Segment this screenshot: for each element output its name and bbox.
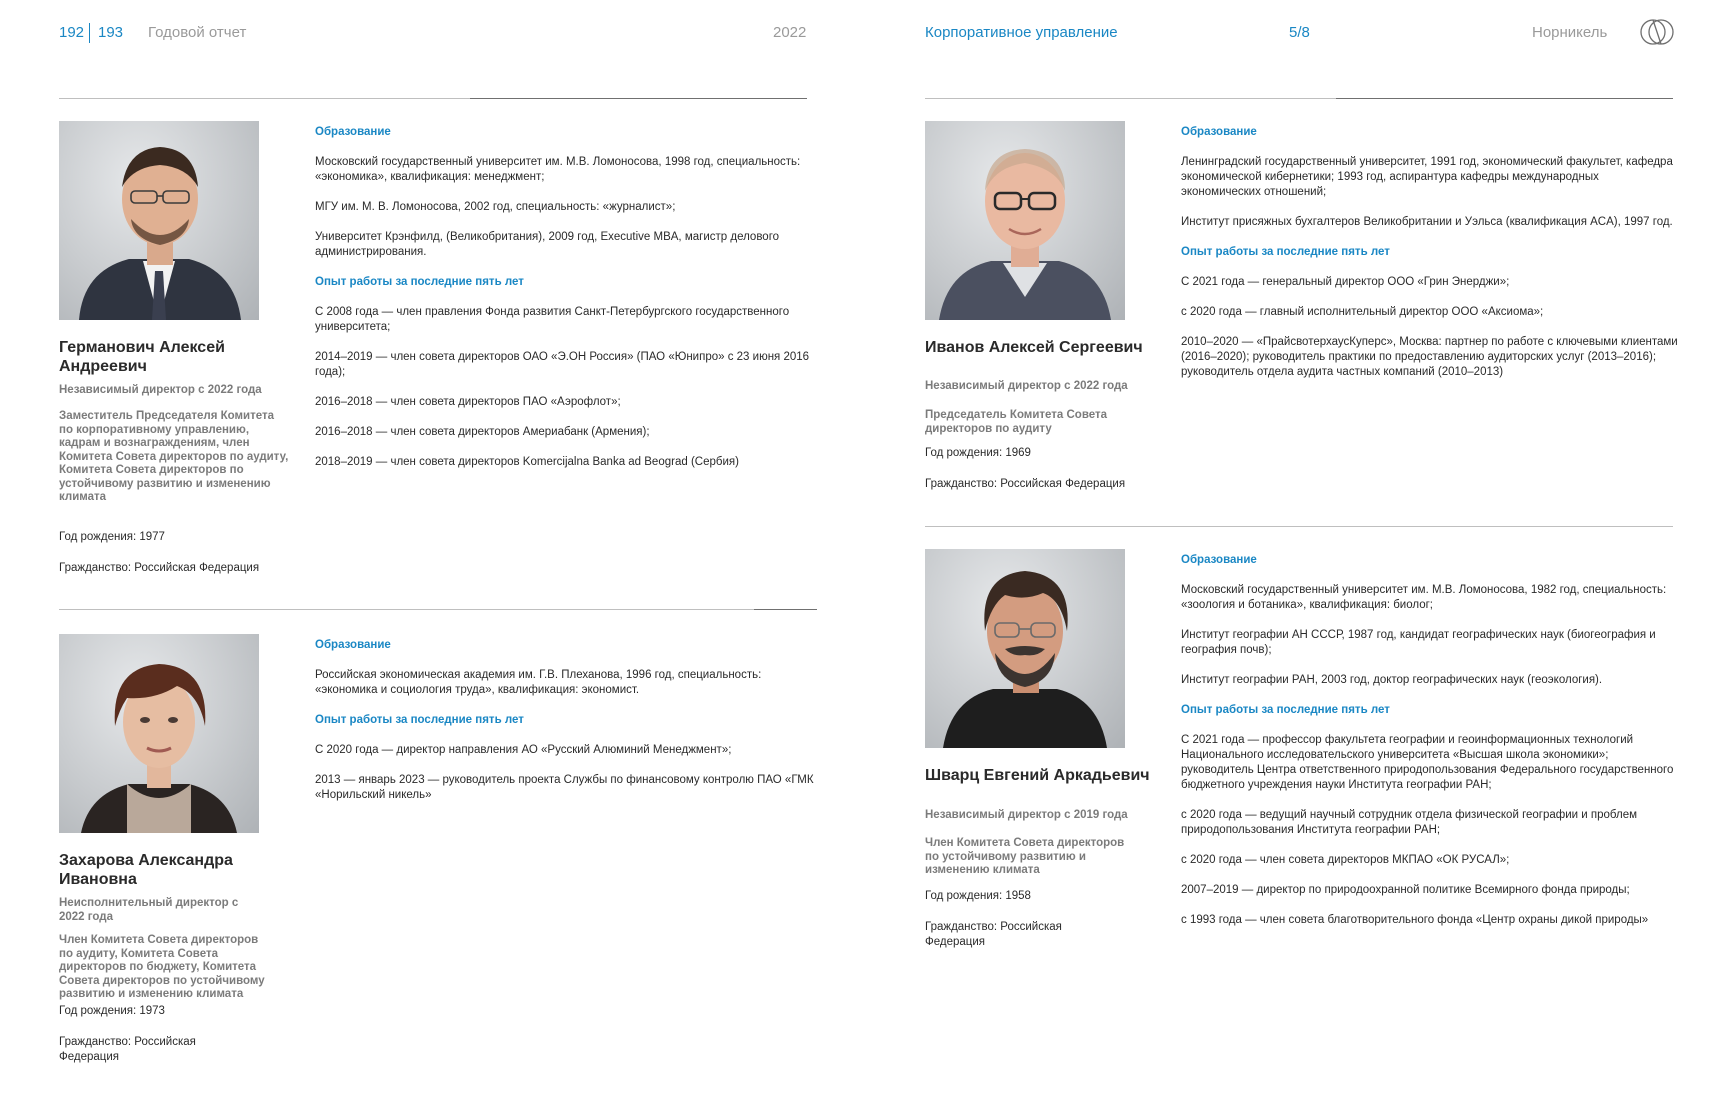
director-name: Захарова Александра Ивановна xyxy=(59,852,233,888)
director-committees: Заместитель Председателя Комитета по кор… xyxy=(59,410,289,503)
section-progress: 5/8 xyxy=(1289,24,1310,41)
experience-entry: 2013 — январь 2023 — руководитель проект… xyxy=(315,774,814,801)
nornickel-logo-icon[interactable] xyxy=(1640,19,1674,45)
director-role: Независимый директор с 2022 года xyxy=(925,380,1128,392)
experience-entry: С 2021 года — профессор факультета геогр… xyxy=(1181,734,1674,791)
director-citizenship: Гражданство: Российская Федерация xyxy=(925,478,1126,490)
experience-entry: С 2020 года — директор направления АО «Р… xyxy=(315,744,732,756)
director-photo-shvarts xyxy=(925,549,1125,748)
experience-entry: 2010–2020 — «ПрайсвотерхаусКуперс», Моск… xyxy=(1181,336,1678,378)
director-citizenship: Гражданство: Российская Федерация xyxy=(59,1036,196,1063)
divider-left-top-accent xyxy=(470,98,807,99)
director-bio: Образование Московский государственный у… xyxy=(315,125,815,485)
experience-entry: 2016–2018 — член совета директоров ПАО «… xyxy=(315,396,621,408)
report-year: 2022 xyxy=(773,24,807,41)
education-entry: Институт присяжных бухгалтеров Великобри… xyxy=(1181,216,1673,228)
divider-right-top-accent xyxy=(1336,98,1673,99)
experience-entry: с 1993 года — член совета благотворитель… xyxy=(1181,914,1649,926)
education-entry: Институт географии РАН, 2003 год, доктор… xyxy=(1181,674,1603,686)
experience-entry: 2018–2019 — член совета директоров Komer… xyxy=(315,456,739,468)
experience-entry: С 2021 года — генеральный директор ООО «… xyxy=(1181,276,1510,288)
director-role: Неисполнительный директор с 2022 года xyxy=(59,897,239,923)
experience-heading: Опыт работы за последние пять лет xyxy=(315,714,524,726)
education-heading: Образование xyxy=(1181,126,1257,138)
director-bio: Образование Московский государственный у… xyxy=(1181,553,1681,943)
education-heading: Образование xyxy=(315,639,391,651)
education-heading: Образование xyxy=(1181,554,1257,566)
experience-entry: С 2008 года — член правления Фонда разви… xyxy=(315,306,790,333)
director-birth-year: Год рождения: 1958 xyxy=(925,890,1031,902)
director-photo-ivanov xyxy=(925,121,1125,320)
page-number-separator xyxy=(89,23,90,43)
director-name: Германович Алексей Андреевич xyxy=(59,339,225,375)
experience-heading: Опыт работы за последние пять лет xyxy=(1181,246,1390,258)
director-committees: Член Комитета Совета директоров по аудит… xyxy=(59,934,265,1000)
education-heading: Образование xyxy=(315,126,391,138)
director-committees: Председатель Комитета Совета директоров … xyxy=(925,409,1108,435)
experience-entry: 2016–2018 — член совета директоров Амери… xyxy=(315,426,650,438)
education-entry: Институт географии АН СССР, 1987 год, ка… xyxy=(1181,629,1656,656)
experience-heading: Опыт работы за последние пять лет xyxy=(315,276,524,288)
education-entry: Российская экономическая академия им. Г.… xyxy=(315,669,762,696)
experience-entry: с 2020 года — главный исполнительный дир… xyxy=(1181,306,1544,318)
education-entry: Московский государственный университет и… xyxy=(315,156,801,183)
section-title[interactable]: Корпоративное управление xyxy=(925,24,1118,42)
director-citizenship: Гражданство: Российская Федерация xyxy=(925,921,1062,948)
director-name: Шварц Евгений Аркадьевич xyxy=(925,767,1150,784)
education-entry: Московский государственный университет и… xyxy=(1181,584,1667,611)
experience-entry: 2014–2019 — член совета директоров ОАО «… xyxy=(315,351,810,378)
director-photo-zakharova xyxy=(59,634,259,833)
report-title: Годовой отчет xyxy=(148,24,247,41)
divider-left-middle xyxy=(59,609,817,610)
director-committees: Член Комитета Совета директоров по устой… xyxy=(925,837,1125,876)
director-birth-year: Год рождения: 1969 xyxy=(925,447,1031,459)
experience-entry: с 2020 года — член совета директоров МКП… xyxy=(1181,854,1510,866)
education-entry: Ленинградский государственный университе… xyxy=(1181,156,1673,198)
experience-entry: 2007–2019 — директор по природоохранной … xyxy=(1181,884,1630,896)
divider-right-middle xyxy=(925,526,1673,527)
page-number-left: 192 xyxy=(59,24,85,41)
director-name: Иванов Алексей Сергеевич xyxy=(925,339,1143,356)
divider-left-middle-accent xyxy=(754,609,817,610)
director-role: Независимый директор с 2022 года xyxy=(59,384,262,396)
experience-entry: с 2020 года — ведущий научный сотрудник … xyxy=(1181,809,1638,836)
company-name: Норникель xyxy=(1532,24,1608,41)
experience-heading: Опыт работы за последние пять лет xyxy=(1181,704,1390,716)
education-entry: Университет Крэнфилд, (Великобритания), … xyxy=(315,231,780,258)
director-birth-year: Год рождения: 1977 xyxy=(59,531,165,543)
education-entry: МГУ им. М. В. Ломоносова, 2002 год, спец… xyxy=(315,201,676,213)
page-number-right: 193 xyxy=(98,24,124,41)
director-photo-germanovich xyxy=(59,121,259,320)
director-bio: Образование Ленинградский государственны… xyxy=(1181,125,1681,395)
director-birth-year: Год рождения: 1973 xyxy=(59,1005,165,1017)
director-bio: Образование Российская экономическая ака… xyxy=(315,638,815,818)
director-role: Независимый директор с 2019 года xyxy=(925,809,1128,821)
director-citizenship: Гражданство: Российская Федерация xyxy=(59,562,260,574)
